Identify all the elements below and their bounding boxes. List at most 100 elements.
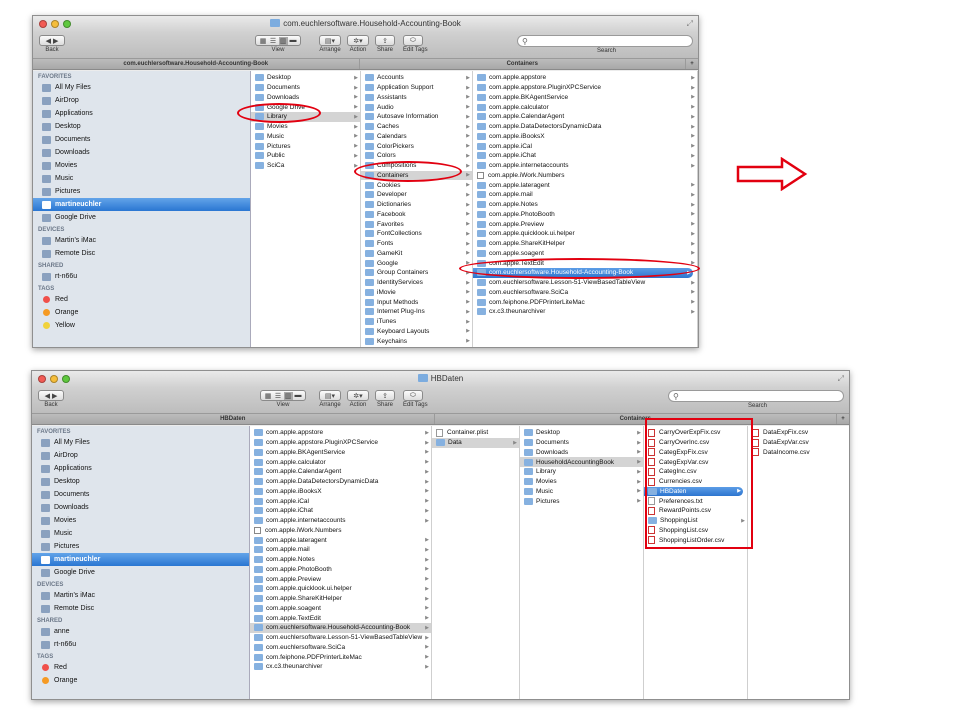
file-row[interactable]: com.euchlersoftware.Lesson-51-ViewBasedT… — [250, 633, 431, 643]
file-row[interactable]: Currencies.csv — [644, 477, 747, 487]
file-row[interactable]: ShoppingListOrder.csv — [644, 535, 747, 545]
file-row[interactable]: SciCa ▶ — [251, 161, 360, 171]
sidebar-item-music[interactable]: Music — [32, 527, 249, 540]
file-row[interactable]: Facebook ▶ — [361, 210, 472, 220]
file-row[interactable]: DataExpFix.csv — [748, 428, 849, 438]
file-row[interactable]: com.apple.DataDetectorsDynamicData ▶ — [473, 122, 697, 132]
file-row[interactable]: Pictures ▶ — [251, 141, 360, 151]
file-row[interactable]: com.apple.CalendarAgent ▶ — [473, 112, 697, 122]
sidebar-item-google-drive[interactable]: Google Drive — [32, 566, 249, 579]
file-row[interactable]: com.apple.appstore ▶ — [250, 428, 431, 438]
file-row[interactable]: com.apple.mail ▶ — [250, 545, 431, 555]
sidebar-item-orange[interactable]: Orange — [32, 674, 249, 687]
list-view-icon[interactable]: ☰ — [274, 392, 283, 400]
file-row[interactable]: Desktop ▶ — [251, 73, 360, 83]
sidebar-item-remote-disc[interactable]: Remote Disc — [32, 602, 249, 615]
file-row[interactable]: com.apple.BKAgentService ▶ — [473, 93, 697, 103]
file-row[interactable]: Group Containers ▶ — [361, 268, 472, 278]
arrange-button[interactable]: ▤▾ Arrange — [319, 390, 341, 408]
file-row[interactable]: Documents ▶ — [251, 83, 360, 93]
file-row[interactable]: com.euchlersoftware.SciCa ▶ — [250, 643, 431, 653]
file-row[interactable]: Preferences.txt — [644, 496, 747, 506]
file-row[interactable]: Downloads ▶ — [520, 448, 643, 458]
sidebar-item-yellow[interactable]: Yellow — [33, 319, 250, 332]
view-control[interactable]: ▦ ☰ ▥ ▬ View — [260, 390, 306, 408]
file-row[interactable]: Assistants ▶ — [361, 93, 472, 103]
file-row[interactable]: LaunchAgents▶ — [361, 346, 472, 347]
file-row[interactable]: Library ▶ — [251, 112, 360, 122]
file-row[interactable]: Google ▶ — [361, 258, 472, 268]
file-row[interactable]: Container.plist — [432, 428, 519, 438]
icon-view-icon[interactable]: ▦ — [264, 392, 273, 400]
file-row[interactable]: Compositions ▶ — [361, 161, 472, 171]
file-row[interactable]: com.euchlersoftware.Household-Accounting… — [473, 268, 693, 278]
file-row[interactable]: com.apple.calculator ▶ — [250, 457, 431, 467]
sidebar-item-rt-n66u[interactable]: rt-n66u — [33, 270, 250, 283]
file-row[interactable]: Containers ▶ — [361, 170, 472, 181]
forward-arrow-icon[interactable]: ▶ — [52, 392, 57, 400]
file-row[interactable]: com.apple.soagent ▶ — [250, 604, 431, 614]
file-row[interactable]: com.apple.TextEdit ▶ — [473, 258, 697, 268]
file-row[interactable]: ShoppingList.csv — [644, 526, 747, 536]
add-tab-icon[interactable]: + — [837, 414, 849, 424]
sidebar-item-martin-s-imac[interactable]: Martin's iMac — [32, 589, 249, 602]
file-row[interactable]: com.euchlersoftware.Household-Accounting… — [250, 623, 431, 633]
file-row[interactable]: Dictionaries ▶ — [361, 200, 472, 210]
file-row[interactable]: Calendars ▶ — [361, 132, 472, 142]
file-row[interactable]: com.apple.internetaccounts ▶ — [473, 161, 697, 171]
file-row[interactable]: com.apple.lateragent ▶ — [250, 535, 431, 545]
file-row[interactable]: com.apple.iChat ▶ — [250, 506, 431, 516]
sidebar-item-airdrop[interactable]: AirDrop — [33, 94, 250, 107]
file-row[interactable]: com.apple.lateragent ▶ — [473, 180, 697, 190]
sidebar-item-music[interactable]: Music — [33, 172, 250, 185]
title-bar[interactable]: HBDaten ⤢ — [32, 371, 849, 388]
file-row[interactable]: com.apple.ShareKitHelper ▶ — [250, 594, 431, 604]
arrange-button[interactable]: ▤▾ Arrange — [319, 35, 341, 53]
file-row[interactable]: com.apple.iCal ▶ — [473, 141, 697, 151]
file-row[interactable]: cx.c3.theunarchiver ▶ — [250, 662, 431, 672]
file-row[interactable]: com.apple.appstore.PluginXPCService ▶ — [473, 83, 697, 93]
file-row[interactable]: Music ▶ — [520, 487, 643, 497]
back-arrow-icon[interactable]: ◀ — [46, 37, 51, 45]
sidebar-item-anne[interactable]: anne — [32, 625, 249, 638]
file-row[interactable]: Pictures ▶ — [520, 496, 643, 506]
file-row[interactable]: CarryOverExpFix.csv — [644, 428, 747, 438]
file-row[interactable]: com.apple.iChat ▶ — [473, 151, 697, 161]
file-row[interactable]: iMovie ▶ — [361, 288, 472, 298]
view-control[interactable]: ▦ ☰ ▥ ▬ View — [255, 35, 301, 53]
file-row[interactable]: com.euchlersoftware.Lesson-51-ViewBasedT… — [473, 278, 697, 288]
file-row[interactable]: Public ▶ — [251, 151, 360, 161]
fullscreen-icon[interactable]: ⤢ — [687, 19, 693, 29]
sidebar-item-applications[interactable]: Applications — [33, 107, 250, 120]
sidebar-item-red[interactable]: Red — [33, 293, 250, 306]
edit-tags-button[interactable]: ⬭ Edit Tags — [403, 390, 428, 408]
title-bar[interactable]: com.euchlersoftware.Household-Accounting… — [33, 16, 698, 33]
file-row[interactable]: HBDaten ▶ — [644, 486, 743, 497]
sidebar-item-martin-s-imac[interactable]: Martin's iMac — [33, 234, 250, 247]
file-row[interactable]: com.apple.soagent ▶ — [473, 249, 697, 259]
sidebar-item-google-drive[interactable]: Google Drive — [33, 211, 250, 224]
icon-view-icon[interactable]: ▦ — [259, 37, 268, 45]
coverflow-view-icon[interactable]: ▬ — [289, 37, 298, 44]
file-row[interactable]: com.euchlersoftware.SciCa ▶ — [473, 288, 697, 298]
file-row[interactable]: DataIncome.csv — [748, 448, 849, 458]
file-row[interactable]: CategExpVar.csv — [644, 457, 747, 467]
action-button[interactable]: ✲▾ Action — [347, 35, 369, 53]
file-row[interactable]: cx.c3.theunarchiver ▶ — [473, 307, 697, 317]
file-row[interactable]: iTunes ▶ — [361, 317, 472, 327]
file-row[interactable]: Desktop ▶ — [520, 428, 643, 438]
file-row[interactable]: Movies ▶ — [520, 477, 643, 487]
file-row[interactable]: com.apple.mail ▶ — [473, 190, 697, 200]
add-tab-icon[interactable]: + — [686, 59, 698, 69]
fullscreen-icon[interactable]: ⤢ — [838, 374, 844, 384]
sidebar-item-downloads[interactable]: Downloads — [33, 146, 250, 159]
column-view-icon[interactable]: ▥ — [278, 36, 288, 45]
file-row[interactable]: GameKit ▶ — [361, 249, 472, 259]
sidebar-item-pictures[interactable]: Pictures — [32, 540, 249, 553]
file-row[interactable]: com.apple.iWork.Numbers — [250, 526, 431, 536]
file-row[interactable]: CarryOverInc.csv — [644, 438, 747, 448]
file-row[interactable]: ShoppingList ▶ — [644, 516, 747, 526]
column-view-icon[interactable]: ▥ — [283, 391, 293, 400]
path-tab[interactable]: Containers — [360, 59, 686, 69]
file-row[interactable]: Downloads ▶ — [251, 93, 360, 103]
